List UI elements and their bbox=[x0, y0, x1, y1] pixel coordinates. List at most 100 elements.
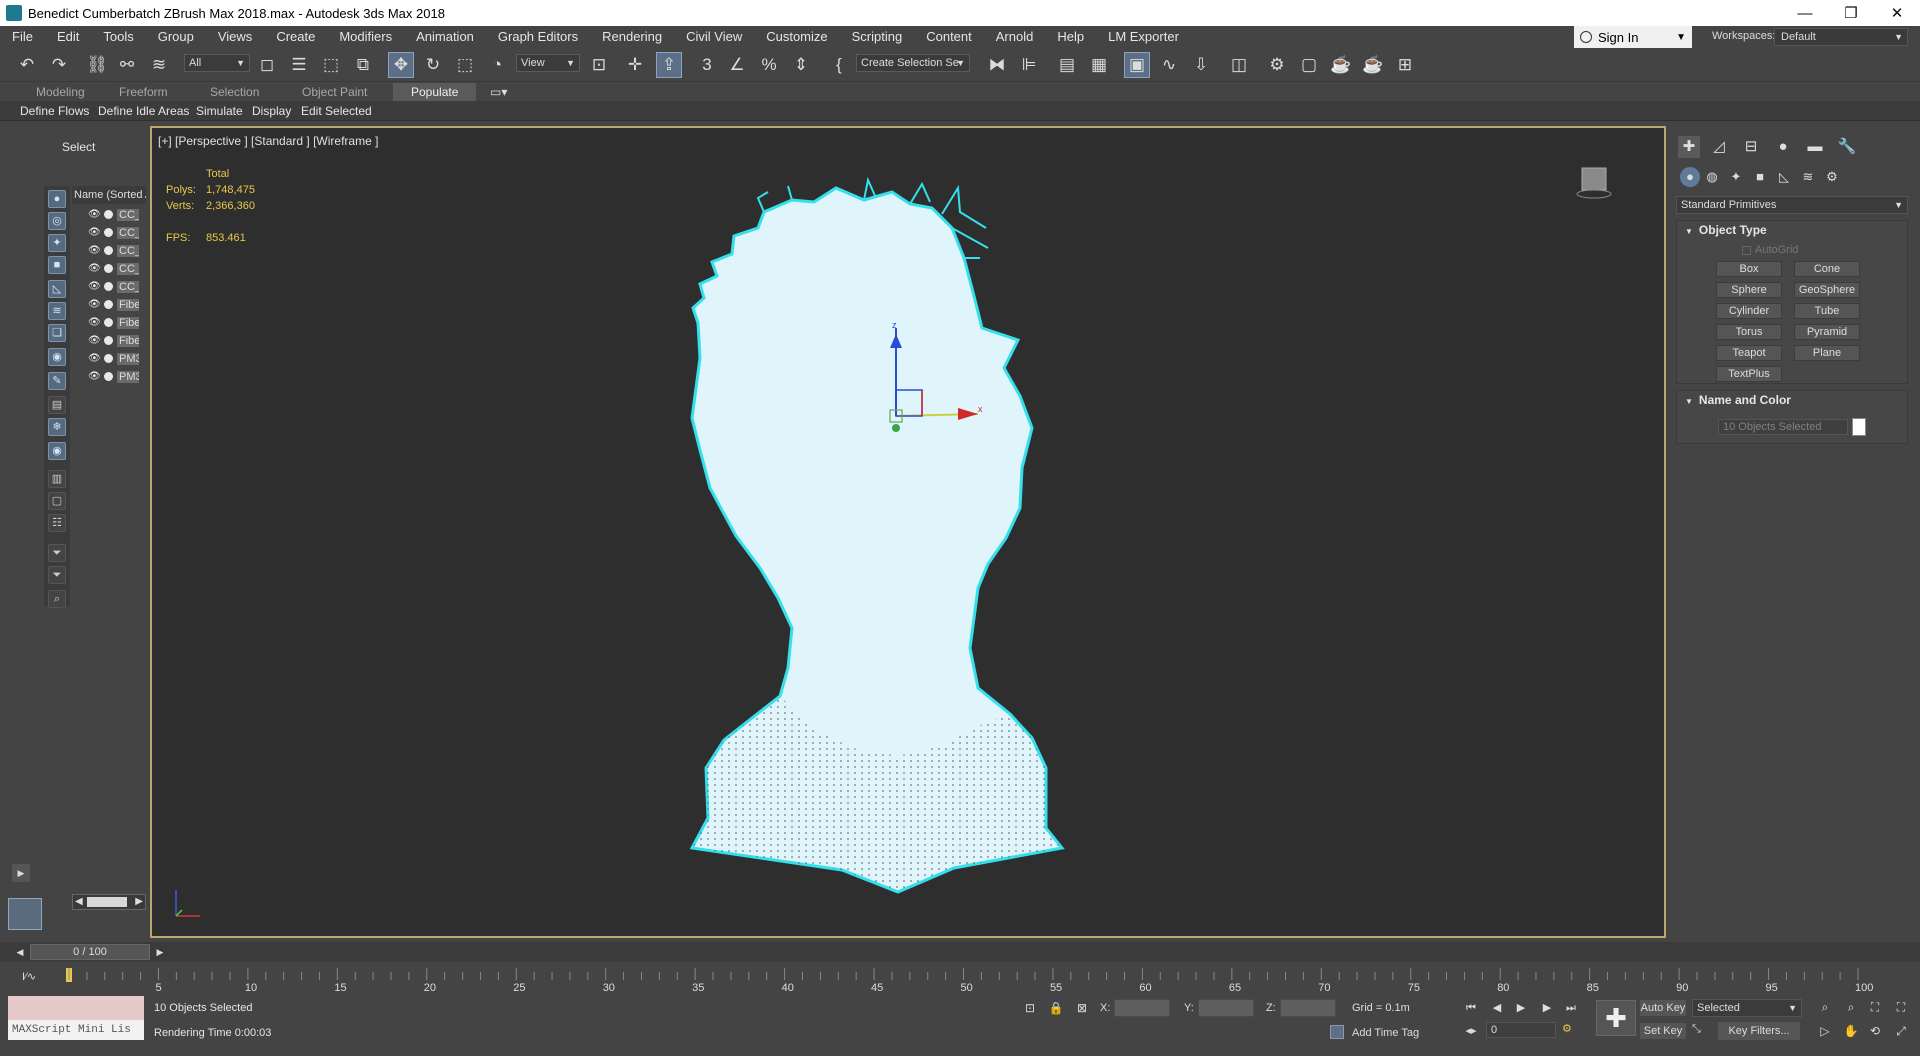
tube-button[interactable]: Tube bbox=[1794, 303, 1860, 319]
list-item[interactable]: 👁 PM3 bbox=[72, 368, 146, 385]
schematic-view-icon[interactable]: ⇩ bbox=[1188, 52, 1214, 78]
list-item[interactable]: 👁 Fibe bbox=[72, 314, 146, 331]
restore-button[interactable]: ❐ bbox=[1828, 0, 1874, 26]
freeze-dot-icon[interactable] bbox=[104, 264, 113, 273]
create-tab-icon[interactable]: ✚ bbox=[1678, 136, 1700, 158]
head-wireframe-mesh[interactable]: z x bbox=[152, 128, 1664, 936]
find-icon[interactable]: ⌕ bbox=[48, 590, 66, 608]
menu-lm-exporter[interactable]: LM Exporter bbox=[1096, 26, 1191, 48]
zoom-extents-all-icon[interactable]: ⛶ bbox=[1892, 998, 1910, 1016]
cylinder-button[interactable]: Cylinder bbox=[1716, 303, 1782, 319]
torus-button[interactable]: Torus bbox=[1716, 324, 1782, 340]
display-none-icon[interactable]: ▢ bbox=[48, 492, 66, 510]
display-cameras-icon[interactable]: ■ bbox=[48, 256, 66, 274]
maximize-viewport-icon[interactable]: ⤢ bbox=[1892, 1022, 1910, 1040]
define-flows-button[interactable]: Define Flows bbox=[16, 103, 93, 119]
list-item[interactable]: 👁 CC_ bbox=[72, 278, 146, 295]
list-item[interactable]: 👁 Fibe bbox=[72, 296, 146, 313]
workspace-dropdown[interactable]: Default ▼ bbox=[1774, 28, 1908, 46]
spacewarps-category-icon[interactable]: ≋ bbox=[1798, 167, 1818, 187]
filter-options-icon[interactable]: ⏷ bbox=[48, 544, 66, 562]
eye-icon[interactable]: 👁 bbox=[88, 317, 101, 328]
freeze-dot-icon[interactable] bbox=[104, 336, 113, 345]
eye-icon[interactable]: 👁 bbox=[88, 209, 101, 220]
previous-frame-icon[interactable]: ◀ bbox=[1488, 999, 1506, 1017]
spinner-snap-icon[interactable]: ⇕ bbox=[788, 52, 814, 78]
checkbox-box[interactable] bbox=[1742, 245, 1751, 255]
display-frozen-icon[interactable]: ❄ bbox=[48, 418, 66, 436]
expand-panel-icon[interactable]: ▶ bbox=[12, 864, 30, 882]
display-button[interactable]: Display bbox=[248, 103, 295, 119]
menu-civil-view[interactable]: Civil View bbox=[674, 26, 754, 48]
geosphere-button[interactable]: GeoSphere bbox=[1794, 282, 1860, 298]
move-icon[interactable]: ✥ bbox=[388, 52, 414, 78]
menu-scripting[interactable]: Scripting bbox=[840, 26, 915, 48]
menu-help[interactable]: Help bbox=[1045, 26, 1096, 48]
eye-icon[interactable]: 👁 bbox=[88, 299, 101, 310]
layer-explorer-toggle-button[interactable] bbox=[8, 898, 42, 930]
simulate-button[interactable]: Simulate bbox=[192, 103, 247, 119]
edit-named-sets-icon[interactable]: { bbox=[826, 52, 852, 78]
textplus-button[interactable]: TextPlus bbox=[1716, 366, 1782, 382]
scroll-left-icon[interactable]: ◀ bbox=[75, 896, 83, 907]
tab-populate[interactable]: Populate bbox=[393, 83, 477, 101]
object-type-header[interactable]: ▼ Object Type bbox=[1677, 221, 1907, 239]
scale-icon[interactable]: ⬚ bbox=[452, 52, 478, 78]
plane-button[interactable]: Plane bbox=[1794, 345, 1860, 361]
helpers-category-icon[interactable]: ◺ bbox=[1774, 167, 1794, 187]
render-in-cloud-icon[interactable]: ⊞ bbox=[1392, 52, 1418, 78]
menu-animation[interactable]: Animation bbox=[404, 26, 486, 48]
rendered-frame-icon[interactable]: ▢ bbox=[1296, 52, 1322, 78]
name-column-header[interactable]: Name (Sorted A bbox=[72, 186, 146, 204]
percent-snap-icon[interactable]: % bbox=[756, 52, 782, 78]
list-item[interactable]: 👁 CC_ bbox=[72, 206, 146, 223]
ribbon-toggle-icon[interactable]: ▣ bbox=[1124, 52, 1150, 78]
prev-frame-arrow-icon[interactable]: ◀ bbox=[12, 944, 28, 960]
key-mode-toggle-icon[interactable]: ◂▸ bbox=[1462, 1022, 1480, 1040]
display-invert-icon[interactable]: ☷ bbox=[48, 514, 66, 532]
menu-create[interactable]: Create bbox=[264, 26, 327, 48]
tab-freeform[interactable]: Freeform bbox=[119, 83, 168, 101]
play-icon[interactable]: ▶ bbox=[1512, 999, 1530, 1017]
selection-filter-dropdown[interactable]: All ▼ bbox=[184, 54, 250, 72]
select-by-name-icon[interactable]: ☰ bbox=[286, 52, 312, 78]
freeze-dot-icon[interactable] bbox=[104, 300, 113, 309]
ref-coord-dropdown[interactable]: View ▼ bbox=[516, 54, 580, 72]
select-menu[interactable]: Select bbox=[62, 140, 95, 154]
maxscript-input[interactable]: MAXScript Mini Lis bbox=[8, 1020, 144, 1040]
set-keys-button[interactable]: ✚ bbox=[1596, 1000, 1636, 1036]
eye-icon[interactable]: 👁 bbox=[88, 281, 101, 292]
zoom-extents-icon[interactable]: ⛶ bbox=[1866, 998, 1884, 1016]
explorer-horizontal-scrollbar[interactable]: ◀ ▶ bbox=[72, 894, 146, 910]
teapot-button[interactable]: Teapot bbox=[1716, 345, 1782, 361]
unlink-icon[interactable]: ⚯ bbox=[114, 52, 140, 78]
orbit-icon[interactable]: ⟲ bbox=[1866, 1022, 1884, 1040]
viewport-label[interactable]: [+] [Perspective ] [Standard ] [Wirefram… bbox=[158, 134, 378, 148]
freeze-dot-icon[interactable] bbox=[104, 354, 113, 363]
freeze-dot-icon[interactable] bbox=[104, 210, 113, 219]
lights-category-icon[interactable]: ✦ bbox=[1726, 167, 1746, 187]
z-coordinate-field[interactable] bbox=[1280, 999, 1336, 1017]
curve-editor-icon[interactable]: ∿ bbox=[1156, 52, 1182, 78]
menu-customize[interactable]: Customize bbox=[754, 26, 839, 48]
eye-icon[interactable]: 👁 bbox=[88, 263, 101, 274]
scene-explorer-icon[interactable]: ▤ bbox=[1054, 52, 1080, 78]
snaps-toggle-icon[interactable]: 3 bbox=[694, 52, 720, 78]
menu-tools[interactable]: Tools bbox=[91, 26, 145, 48]
object-name-field[interactable]: 10 Objects Selected bbox=[1718, 419, 1848, 435]
display-lights-icon[interactable]: ✦ bbox=[48, 234, 66, 252]
next-frame-icon[interactable]: ▶ bbox=[1538, 999, 1556, 1017]
x-coordinate-field[interactable] bbox=[1114, 999, 1170, 1017]
undo-icon[interactable]: ↶ bbox=[14, 52, 40, 78]
display-hidden-icon[interactable]: ◉ bbox=[48, 442, 66, 460]
current-frame-field[interactable]: 0 bbox=[1486, 1022, 1556, 1038]
set-key-button[interactable]: Set Key bbox=[1640, 1023, 1686, 1039]
sphere-button[interactable]: Sphere bbox=[1716, 282, 1782, 298]
eye-icon[interactable]: 👁 bbox=[88, 371, 101, 382]
display-xrefs-icon[interactable]: ◉ bbox=[48, 348, 66, 366]
go-to-end-icon[interactable]: ⏭ bbox=[1562, 999, 1580, 1017]
display-tab-icon[interactable]: ▬ bbox=[1804, 136, 1826, 158]
selection-lock-icon[interactable]: 🔒 bbox=[1048, 1000, 1064, 1016]
scroll-right-icon[interactable]: ▶ bbox=[135, 896, 143, 907]
autogrid-checkbox[interactable]: AutoGrid bbox=[1742, 244, 1798, 256]
